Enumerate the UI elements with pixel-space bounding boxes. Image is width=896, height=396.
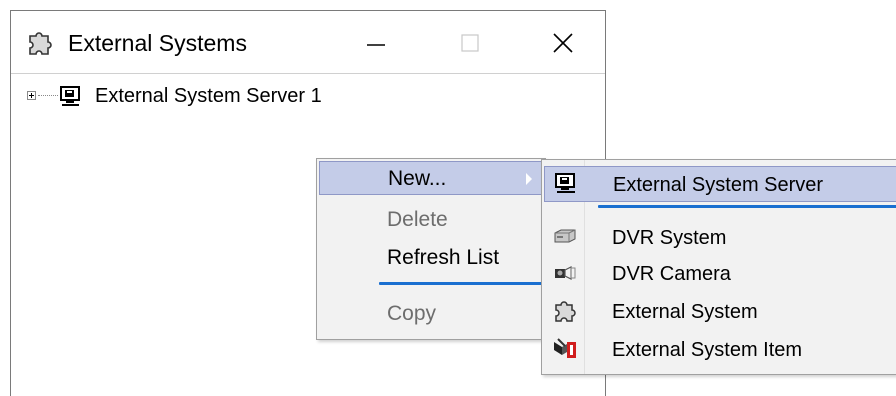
menu-item-copy[interactable]: Copy xyxy=(319,297,543,331)
menu-item-delete[interactable]: Delete xyxy=(319,203,543,237)
menu-item-refresh-list-label: Refresh List xyxy=(387,246,500,269)
context-menu: New... Delete Refresh List Copy xyxy=(316,158,546,340)
submenu-item-label: DVR System xyxy=(612,227,727,249)
submenu-item-label: DVR Camera xyxy=(612,263,731,285)
new-submenu: External System Server DVR System DVR Ca… xyxy=(541,159,896,375)
server-monitor-icon xyxy=(555,173,575,193)
submenu-item-external-system-server[interactable]: External System Server xyxy=(544,166,896,202)
menu-item-refresh-list[interactable]: Refresh List xyxy=(319,241,543,275)
menu-item-delete-label: Delete xyxy=(387,208,448,231)
camera-icon xyxy=(555,266,576,280)
submenu-item-external-system[interactable]: External System xyxy=(544,294,896,330)
menu-item-copy-label: Copy xyxy=(387,302,437,325)
submenu-item-label: External System Server xyxy=(613,174,824,196)
tree-connector xyxy=(38,95,58,96)
tree-node-label: External System Server 1 xyxy=(95,85,322,107)
submenu-separator xyxy=(598,205,896,208)
system-item-icon xyxy=(554,338,576,358)
title-bar[interactable]: External Systems xyxy=(11,11,605,73)
menu-item-new-label: New... xyxy=(388,167,447,190)
expand-toggle-icon[interactable] xyxy=(27,91,36,100)
puzzle-icon xyxy=(29,32,52,55)
submenu-item-label: External System Item xyxy=(612,339,803,361)
submenu-item-external-system-item[interactable]: External System Item xyxy=(544,332,896,368)
minimize-icon[interactable] xyxy=(347,21,403,63)
server-monitor-icon xyxy=(60,86,80,106)
submenu-item-dvr-camera[interactable]: DVR Camera xyxy=(544,256,896,292)
menu-item-new[interactable]: New... xyxy=(319,161,543,195)
window-title: External Systems xyxy=(68,30,247,56)
dvr-device-icon xyxy=(554,229,576,243)
submenu-arrow-icon xyxy=(526,173,532,185)
menu-separator xyxy=(379,282,543,285)
submenu-item-label: External System xyxy=(612,301,758,323)
close-icon[interactable] xyxy=(536,21,592,63)
puzzle-icon xyxy=(555,301,576,322)
maximize-icon[interactable] xyxy=(443,21,499,63)
submenu-item-dvr-system[interactable]: DVR System xyxy=(544,220,896,256)
